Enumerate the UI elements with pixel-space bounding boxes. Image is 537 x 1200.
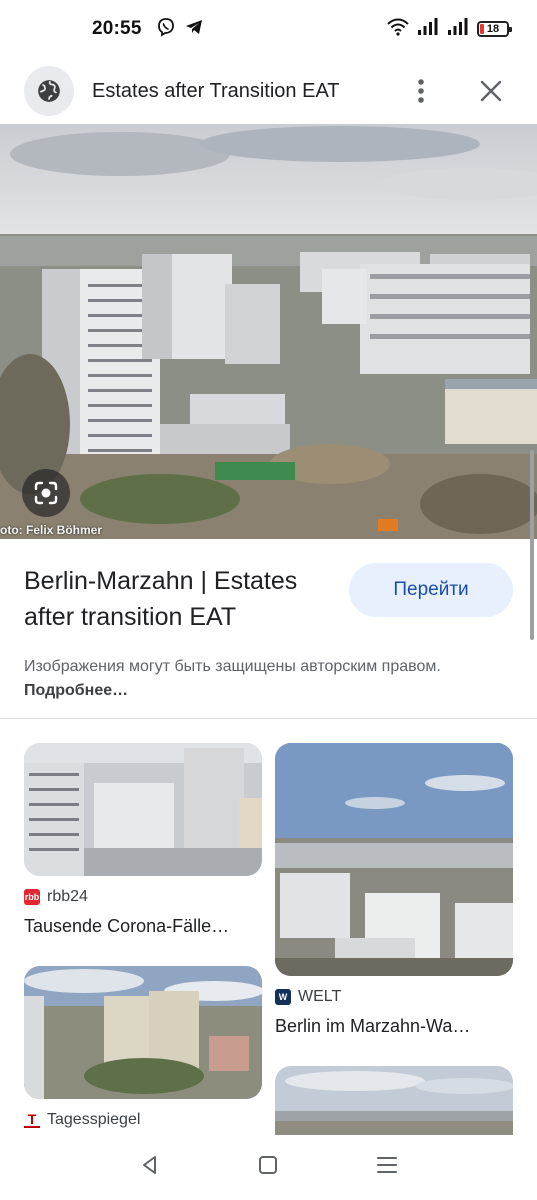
hero-photo (0, 124, 537, 539)
welt-logo-icon: W (275, 989, 291, 1005)
related-card[interactable]: W WELT Berlin im Marzahn-Wa… (275, 743, 513, 1037)
copyright-notice: Изображения могут быть защищены авторски… (24, 655, 494, 703)
signal-icon (447, 17, 469, 41)
card-title[interactable]: Berlin im Marzahn-Wa… (275, 1016, 513, 1037)
status-bar: 20:55 18 (0, 0, 537, 58)
related-thumbnail[interactable] (275, 1066, 513, 1135)
result-title[interactable]: Berlin-Marzahn | Estates after transitio… (24, 563, 344, 635)
related-thumbnail[interactable] (24, 966, 262, 1099)
card-title[interactable]: Tausende Corona-Fälle… (24, 916, 262, 937)
related-thumbnail[interactable] (24, 743, 262, 876)
home-icon[interactable] (258, 1155, 278, 1180)
source-name: Tagesspiegel (47, 1111, 141, 1128)
go-button[interactable]: Перейти (349, 563, 513, 617)
battery-level: 18 (486, 23, 500, 35)
globe-icon (24, 66, 74, 116)
menu-icon[interactable] (376, 1155, 398, 1180)
related-thumbnail[interactable] (275, 743, 513, 976)
copyright-text: Изображения могут быть защищены авторски… (24, 658, 441, 675)
photo-credit: oto: Felix Böhmer (0, 523, 103, 537)
google-lens-icon[interactable] (22, 469, 70, 517)
more-link[interactable]: Подробнее… (24, 682, 128, 699)
related-images-grid: rbb rbb24 Tausende Corona-Fälle… W WELT … (0, 719, 537, 1135)
rbb24-logo-icon: rbb (24, 889, 40, 905)
result-info: Berlin-Marzahn | Estates after transitio… (0, 539, 537, 719)
tagesspiegel-logo-icon: T (24, 1111, 40, 1128)
system-nav-bar (0, 1135, 537, 1200)
related-card[interactable] (275, 1066, 513, 1135)
more-vert-icon[interactable] (399, 69, 443, 113)
telegram-icon (184, 17, 204, 42)
hero-image[interactable]: oto: Felix Böhmer (0, 124, 537, 539)
related-card[interactable]: rbb rbb24 Tausende Corona-Fälle… (24, 743, 262, 937)
related-card[interactable]: T Tagesspiegel (24, 966, 262, 1129)
status-time: 20:55 (92, 18, 142, 39)
viber-icon (156, 17, 176, 42)
source-name: rbb24 (47, 888, 88, 905)
signal-icon (417, 17, 439, 41)
top-app-bar: Estates after Transition EAT (0, 58, 537, 124)
back-icon[interactable] (139, 1154, 161, 1181)
page-title: Estates after Transition EAT (92, 79, 340, 102)
close-icon[interactable] (469, 69, 513, 113)
battery-icon: 18 (477, 21, 512, 37)
wifi-icon (387, 18, 409, 41)
source-name: WELT (298, 988, 342, 1005)
